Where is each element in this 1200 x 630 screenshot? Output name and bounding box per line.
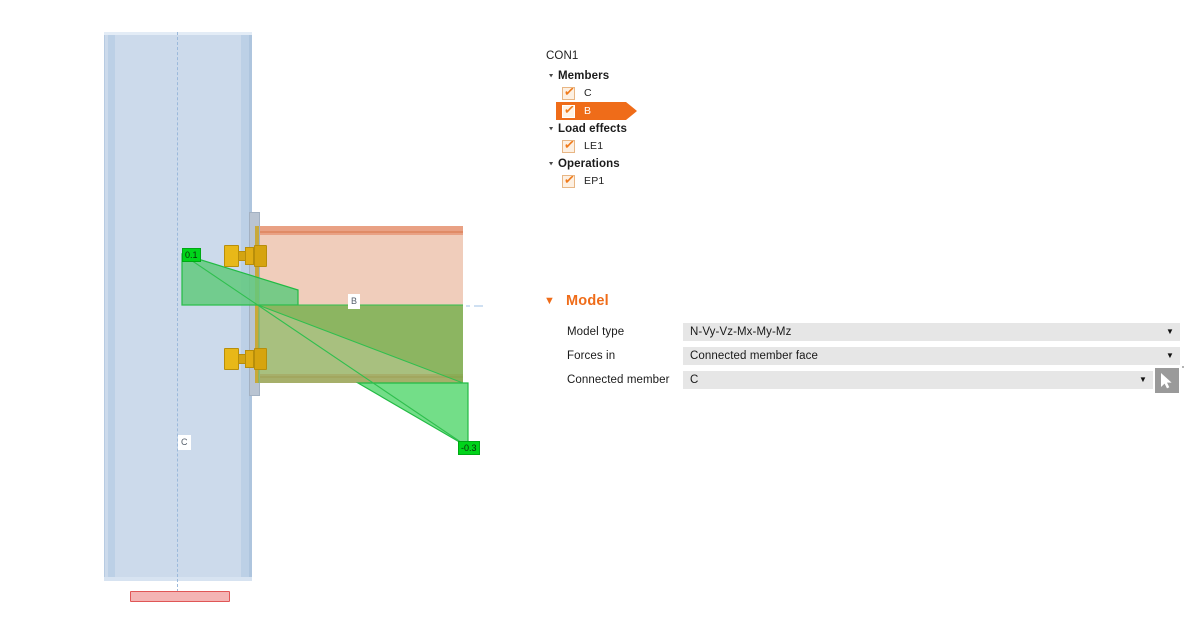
expand-collapse-icon[interactable]: ▾: [544, 125, 558, 132]
bolt-nut-lower: [245, 350, 254, 368]
expand-collapse-icon[interactable]: ▾: [544, 72, 558, 79]
beam-flange-bottom-edge: [258, 376, 463, 378]
tree-item-member-c[interactable]: ✓ C: [540, 82, 770, 102]
beam-flange-top-edge: [258, 231, 463, 233]
tree-item-member-b[interactable]: ✓ B: [540, 100, 770, 120]
tree-item-label-member-b: B: [584, 105, 592, 117]
check-icon: ✓: [563, 170, 576, 188]
column-top-cap: [104, 32, 252, 35]
chevron-down-icon[interactable]: ▼: [540, 295, 566, 307]
checkbox-member-c[interactable]: ✓: [562, 82, 576, 100]
bolt-row-lower: [224, 348, 267, 370]
tree-item-le1[interactable]: ✓ LE1: [540, 135, 770, 155]
tree-group-label-load-effects: Load effects: [558, 122, 627, 135]
tree-item-ep1[interactable]: ✓ EP1: [540, 170, 770, 190]
pick-member-button[interactable]: [1155, 367, 1179, 393]
bolt-head-lower: [224, 348, 239, 370]
checkbox-member-b[interactable]: ✓: [562, 100, 576, 118]
tree-group-label-members: Members: [558, 69, 610, 82]
column-member-tag: C: [178, 435, 191, 450]
check-icon: ✓: [563, 135, 576, 153]
label-connected-member: Connected member: [567, 374, 670, 386]
bolt-nut-upper: [245, 247, 254, 265]
value-forces-in: Connected member face: [690, 350, 819, 362]
tree-group-label-operations: Operations: [558, 157, 620, 170]
column-centerline: [177, 32, 178, 592]
select-connected-member[interactable]: C ▼: [683, 371, 1153, 389]
select-model-type[interactable]: N-Vy-Vz-Mx-My-Mz ▼: [683, 323, 1180, 341]
value-connected-member: C: [690, 374, 699, 386]
cursor-arrow-icon: [1161, 372, 1172, 388]
model-tree[interactable]: CON1 ▾ Members ✓ C ✓ B ▾ Load effects ✓ …: [540, 50, 770, 190]
model-section-header[interactable]: ▼ Model: [540, 289, 1180, 313]
tree-group-operations[interactable]: ▾ Operations: [540, 155, 770, 172]
chevron-down-icon[interactable]: ▼: [1133, 376, 1153, 384]
tree-item-label-ep1: EP1: [584, 175, 605, 187]
moment-value-bottom: -0.3: [458, 441, 480, 455]
bolt-row-upper: [224, 245, 267, 267]
model-viewport[interactable]: 0.1 -0.3 B C: [0, 0, 520, 630]
tree-group-members[interactable]: ▾ Members: [540, 67, 770, 84]
resize-dot: [1182, 366, 1184, 368]
chevron-down-icon[interactable]: ▼: [1160, 352, 1180, 360]
moment-value-top: 0.1: [182, 248, 201, 262]
tree-item-label-member-c: C: [584, 87, 592, 99]
beam-web: [258, 226, 463, 383]
select-forces-in[interactable]: Connected member face ▼: [683, 347, 1184, 368]
tree-root-label[interactable]: CON1: [540, 50, 770, 67]
check-icon: ✓: [563, 100, 576, 118]
check-icon: ✓: [563, 82, 576, 100]
bolt-head-upper-far: [254, 245, 267, 267]
model-section-title: Model: [566, 293, 609, 309]
checkbox-le1[interactable]: ✓: [562, 135, 576, 153]
column-base-support: [130, 591, 230, 602]
bolt-head-upper: [224, 245, 239, 267]
selection-arrow-icon: [626, 102, 637, 120]
beam-member-tag: B: [348, 294, 361, 309]
value-model-type: N-Vy-Vz-Mx-My-Mz: [690, 326, 792, 338]
tree-item-label-le1: LE1: [584, 140, 604, 152]
row-connected-member: Connected member C ▼: [540, 367, 1180, 393]
bolt-head-lower-far: [254, 348, 267, 370]
label-forces-in: Forces in: [567, 350, 616, 362]
column-bottom-cap: [104, 577, 252, 581]
model-properties-panel: ▼ Model Model type N-Vy-Vz-Mx-My-Mz ▼ Fo…: [540, 289, 1184, 393]
beam-axis-dash-2: [474, 305, 483, 307]
label-model-type: Model type: [567, 326, 625, 338]
row-forces-in: Forces in Connected member face ▼: [540, 344, 1184, 368]
column-flange-left: [108, 32, 115, 581]
expand-collapse-icon[interactable]: ▾: [544, 160, 558, 167]
tree-group-load-effects[interactable]: ▾ Load effects: [540, 120, 770, 137]
column-flange-right: [241, 32, 249, 581]
row-model-type: Model type N-Vy-Vz-Mx-My-Mz ▼: [540, 320, 1180, 344]
beam-axis-dash-1: [466, 305, 470, 307]
checkbox-ep1[interactable]: ✓: [562, 170, 576, 188]
chevron-down-icon[interactable]: ▼: [1160, 328, 1180, 336]
column-web: [104, 32, 252, 581]
